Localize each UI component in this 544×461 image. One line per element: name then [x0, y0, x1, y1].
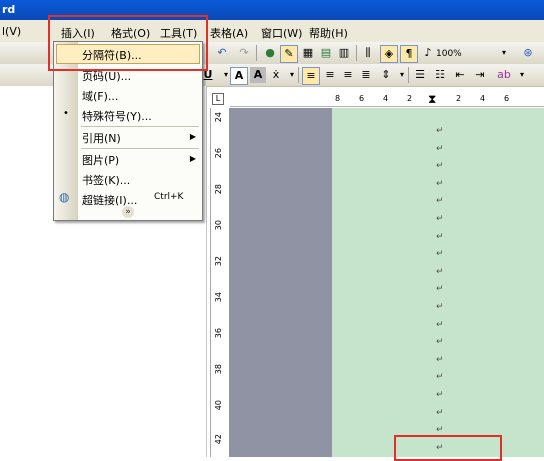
redo-icon[interactable]: ↷: [236, 45, 252, 61]
page-margin-area: [229, 108, 332, 457]
paragraph-mark: ↵: [436, 143, 444, 154]
pilcrow-icon[interactable]: ♪: [420, 45, 436, 61]
zoom-box[interactable]: 100%: [436, 49, 462, 59]
ruler-tick: 34: [214, 292, 223, 303]
ruler-tick: 28: [214, 184, 223, 195]
submenu-arrow-icon: ▶: [189, 132, 196, 141]
align-center-icon[interactable]: ≡: [322, 67, 338, 83]
paragraph-mark: ↵: [436, 126, 444, 136]
paragraph-mark: ↵: [436, 178, 444, 189]
ruler-tick: 24: [214, 112, 223, 123]
window-title: rd: [2, 3, 16, 16]
align-right-icon[interactable]: ≡: [340, 67, 356, 83]
insert-excel-icon[interactable]: ▤: [318, 45, 334, 61]
menu-item-symbol[interactable]: 特殊符号(Y)...: [82, 108, 152, 124]
paragraph-mark: ↵: [436, 354, 444, 365]
menu-item-field[interactable]: 域(F)...: [82, 88, 118, 104]
insert-table-icon[interactable]: ▦: [300, 45, 316, 61]
indent-marker-icon[interactable]: ⧗: [428, 92, 436, 107]
vertical-ruler: 24 26 28 30 32 34 36 38 40 42: [210, 108, 230, 457]
menu-view[interactable]: l(V): [2, 25, 21, 38]
paragraph-mark: ↵: [436, 337, 444, 348]
drawing-icon[interactable]: ⫼: [360, 45, 376, 61]
highlight-color-icon[interactable]: ab: [496, 67, 512, 83]
paragraph-mark: ↵: [436, 161, 444, 172]
ruler-tick: 26: [214, 148, 223, 159]
char-shading-icon[interactable]: A: [250, 67, 266, 83]
ruler-tick: 6: [504, 94, 510, 103]
columns-icon[interactable]: ▥: [336, 45, 352, 61]
dropdown-icon[interactable]: ▾: [514, 67, 530, 83]
char-border-icon[interactable]: A: [230, 67, 248, 85]
hyperlink-icon[interactable]: ●: [262, 45, 278, 61]
ruler-tick: 30: [214, 220, 223, 231]
paragraph-mark: ↵: [436, 390, 444, 400]
paragraph-mark: ↵: [436, 249, 444, 260]
ruler-tick: 6: [359, 94, 365, 103]
paragraph-mark: ↵: [436, 407, 444, 418]
menu-window[interactable]: 窗口(W): [261, 25, 302, 41]
zoom-dropdown-icon[interactable]: ▾: [502, 48, 506, 57]
ruler-tick: 38: [214, 364, 223, 375]
ruler-tick: 8: [335, 94, 341, 103]
char-scale-icon[interactable]: ẋ: [268, 67, 284, 83]
horizontal-ruler: 8 6 4 2 2 4 6 ⧗: [230, 92, 544, 107]
tables-borders-icon[interactable]: ✎: [280, 45, 298, 63]
paragraph-mark: ↵: [436, 302, 444, 312]
ruler-tick: 36: [214, 328, 223, 339]
ruler-tick: 42: [214, 434, 223, 445]
paragraph-mark: ↵: [436, 372, 444, 383]
align-left-icon[interactable]: ≡: [302, 67, 320, 85]
paragraph-mark: ↵: [436, 231, 444, 242]
menu-table[interactable]: 表格(A): [210, 25, 248, 41]
paragraph-mark: ↵: [436, 319, 444, 330]
highlight-box-insert: [48, 15, 208, 71]
menu-item-bookmark[interactable]: 书签(K)...: [82, 172, 130, 188]
paragraph-mark: ↵: [436, 284, 444, 295]
document-map-icon[interactable]: ◈: [380, 45, 398, 63]
menu-help[interactable]: 帮助(H): [309, 25, 348, 41]
ruler-tick: 4: [383, 94, 389, 103]
submenu-arrow-icon: ▶: [189, 154, 196, 163]
undo-icon[interactable]: ↶: [214, 45, 230, 61]
line-spacing-icon[interactable]: ⇕: [378, 67, 394, 83]
show-hide-icon[interactable]: ¶: [400, 45, 418, 63]
decrease-indent-icon[interactable]: ⇤: [452, 67, 468, 83]
menu-item-reference[interactable]: 引用(N): [82, 130, 121, 146]
help-icon[interactable]: ⊛: [520, 45, 536, 61]
ruler-tick: 2: [456, 94, 462, 103]
paragraph-mark: ↵: [436, 196, 444, 207]
shortcut-label: Ctrl+K: [154, 192, 184, 202]
paragraph-mark: ↵: [436, 425, 444, 436]
ruler-tick: 2: [407, 94, 413, 103]
ruler-tick: 4: [480, 94, 486, 103]
highlight-box-break: [394, 435, 502, 461]
numbering-icon[interactable]: ☰: [412, 67, 428, 83]
increase-indent-icon[interactable]: ⇥: [472, 67, 488, 83]
paragraph-mark: ↵: [436, 266, 444, 277]
ruler-tick: 32: [214, 256, 223, 267]
bullets-icon[interactable]: ☷: [432, 67, 448, 83]
symbol-icon: •: [63, 108, 69, 119]
paragraph-mark: ↵: [436, 214, 444, 224]
hyperlink-icon: ◍: [59, 190, 70, 204]
double-chevron-down-icon[interactable]: »: [122, 206, 134, 218]
justify-icon[interactable]: ≣: [358, 67, 374, 83]
ruler-tick: 40: [214, 400, 223, 411]
menu-item-picture[interactable]: 图片(P): [82, 152, 119, 168]
tab-selector-icon[interactable]: L: [212, 93, 224, 105]
